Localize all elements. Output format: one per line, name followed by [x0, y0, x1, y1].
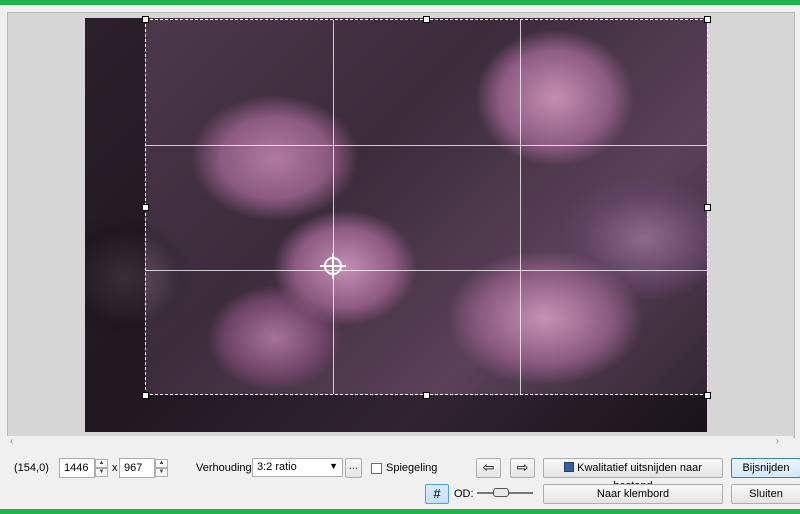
crop-handle-mid-right[interactable]	[704, 204, 711, 211]
grid-line-v2	[520, 20, 521, 394]
next-button[interactable]: ⇨	[510, 458, 535, 478]
grid-toggle-button[interactable]: #	[425, 484, 449, 504]
crop-handle-top-left[interactable]	[142, 16, 149, 23]
chevron-right-icon[interactable]: ›	[776, 436, 779, 447]
crop-handle-bottom-left[interactable]	[142, 392, 149, 399]
crop-handle-mid-left[interactable]	[142, 204, 149, 211]
crop-handle-top-mid[interactable]	[423, 16, 430, 23]
crop-handle-top-right[interactable]	[704, 16, 711, 23]
chevron-left-icon[interactable]: ‹	[10, 436, 13, 447]
window-top-border	[0, 0, 800, 5]
width-input[interactable]: 1446	[59, 458, 95, 478]
crop-handle-bottom-right[interactable]	[704, 392, 711, 399]
chevron-down-icon: ▼	[329, 461, 338, 471]
height-up-button[interactable]: ▲	[155, 459, 168, 468]
times-sign: x	[112, 462, 118, 474]
outside-crop-bottom	[145, 395, 707, 432]
height-down-button[interactable]: ▼	[155, 468, 168, 477]
outside-crop-left	[85, 18, 145, 432]
clipboard-button[interactable]: Naar klembord	[543, 484, 723, 504]
height-input[interactable]: 967	[119, 458, 155, 478]
save-quality-crop-button[interactable]: Kwalitatief uitsnijden naar bestand	[543, 458, 723, 492]
crop-preview-area[interactable]	[7, 12, 795, 438]
width-up-button[interactable]: ▲	[95, 459, 108, 468]
crop-rectangle[interactable]	[145, 19, 708, 395]
width-down-button[interactable]: ▼	[95, 468, 108, 477]
crop-center-icon[interactable]	[320, 253, 346, 279]
od-slider-thumb[interactable]	[493, 488, 509, 497]
previous-button[interactable]: ⇦	[476, 458, 501, 478]
grid-icon: #	[433, 486, 441, 501]
window-bottom-border	[0, 509, 800, 514]
cursor-coordinates: (154,0)	[14, 462, 49, 474]
ratio-select-value: 3:2 ratio	[257, 461, 297, 473]
crop-button[interactable]: Bijsnijden	[731, 458, 800, 478]
od-label: OD:	[454, 488, 474, 500]
mirror-checkbox[interactable]	[371, 463, 382, 474]
ratio-label: Verhouding:	[196, 462, 255, 474]
grid-line-v1	[333, 20, 334, 394]
grid-line-h2	[146, 270, 707, 271]
close-button[interactable]: Sluiten	[731, 484, 800, 504]
crop-handle-bottom-mid[interactable]	[423, 392, 430, 399]
horizontal-scrollbar[interactable]: ‹ ›	[7, 436, 793, 450]
save-icon	[564, 462, 575, 472]
ratio-more-button[interactable]: ...	[345, 458, 362, 478]
mirror-label: Spiegeling	[386, 462, 438, 474]
ratio-select[interactable]: 3:2 ratio ▼	[252, 458, 343, 477]
grid-line-h1	[146, 145, 707, 146]
